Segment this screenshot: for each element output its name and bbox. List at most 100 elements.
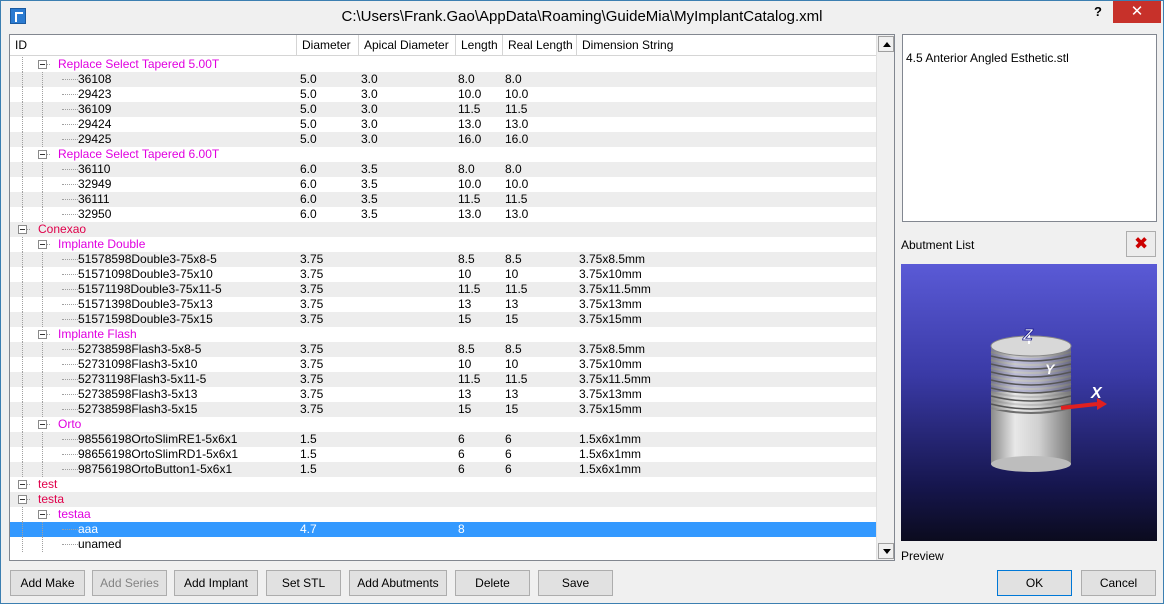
tree-item-label: 52731198Flash3-5x11-5 (78, 372, 207, 386)
real-length-cell: 10.0 (505, 177, 529, 191)
dimension-string-cell: 1.5x6x1mm (579, 462, 642, 476)
tree-row[interactable]: 51571398Double3-75x13 3.75 13 13 3.75x13mm (10, 297, 876, 312)
column-header-real-length[interactable]: Real Length (503, 35, 577, 56)
tree-guide-line (42, 387, 43, 402)
tree-row[interactable]: Implante Double (10, 237, 876, 252)
vertical-scrollbar[interactable] (876, 35, 894, 560)
tree-row[interactable]: 51571598Double3-75x15 3.75 15 15 3.75x15mm (10, 312, 876, 327)
implant-tree[interactable]: ID Diameter Apical Diameter Length Real … (9, 34, 895, 561)
help-button[interactable]: ? (1085, 1, 1111, 23)
collapse-toggle-icon[interactable] (38, 420, 47, 429)
tree-row[interactable]: Conexao (10, 222, 876, 237)
tree-row[interactable]: 98556198OrtoSlimRE1-5x6x1 1.5 6 6 1.5x6x1mm (10, 432, 876, 447)
real-length-cell: 15 (505, 312, 519, 326)
real-length-cell: 16.0 (505, 132, 529, 146)
column-header-length[interactable]: Length (456, 35, 503, 56)
diameter-cell: 1.5 (300, 432, 317, 446)
tree-row[interactable]: Implante Flash (10, 327, 876, 342)
tree-row[interactable]: 98656198OrtoSlimRD1-5x6x1 1.5 6 6 1.5x6x1mm (10, 447, 876, 462)
stl-file-item[interactable]: 4.5 Anterior Angled Esthetic.stl (906, 51, 1069, 65)
tree-row[interactable]: 29424 5.0 3.0 13.0 13.0 (10, 117, 876, 132)
collapse-toggle-icon[interactable] (18, 495, 27, 504)
collapse-toggle-icon[interactable] (38, 150, 47, 159)
collapse-toggle-icon[interactable] (38, 240, 47, 249)
diameter-cell: 4.7 (300, 522, 317, 536)
tree-guide-line (22, 237, 23, 252)
preview-viewport[interactable]: Z Y X (901, 264, 1157, 541)
ok-button[interactable]: OK (997, 570, 1072, 596)
tree-row[interactable]: 51578598Double3-75x8-5 3.75 8.5 8.5 3.75x8.5… (10, 252, 876, 267)
column-header-apical-diameter[interactable]: Apical Diameter (359, 35, 456, 56)
diameter-cell: 6.0 (300, 177, 317, 191)
real-length-cell: 8.5 (505, 342, 522, 356)
tree-guide-line (62, 379, 78, 380)
tree-row[interactable]: 32949 6.0 3.5 10.0 10.0 (10, 177, 876, 192)
tree-row[interactable]: 52738598Flash3-5x15 3.75 15 15 3.75x15mm (10, 402, 876, 417)
length-cell: 15 (458, 312, 472, 326)
tree-item-label: 36109 (78, 102, 112, 116)
tree-row[interactable]: 36108 5.0 3.0 8.0 8.0 (10, 72, 876, 87)
add-abutments-button[interactable]: Add Abutments (349, 570, 447, 596)
tree-row[interactable]: 36111 6.0 3.5 11.5 11.5 (10, 192, 876, 207)
delete-abutment-button[interactable]: ✖ (1126, 231, 1156, 257)
tree-guide-line (42, 432, 43, 447)
tree-guide-line (22, 177, 23, 192)
add-series-button[interactable]: Add Series (92, 570, 167, 596)
tree-item-label: 29424 (78, 117, 112, 131)
tree-item-label: 29423 (78, 87, 112, 101)
add-implant-button[interactable]: Add Implant (174, 570, 258, 596)
diameter-cell: 5.0 (300, 72, 317, 86)
tree-row[interactable]: testa (10, 492, 876, 507)
abutment-list-label: Abutment List (901, 238, 975, 252)
collapse-toggle-icon[interactable] (38, 60, 47, 69)
tree-guide-line (62, 319, 78, 320)
tree-row[interactable]: Orto (10, 417, 876, 432)
scroll-down-button[interactable] (878, 543, 894, 559)
tree-row[interactable]: 52731098Flash3-5x10 3.75 10 10 3.75x10mm (10, 357, 876, 372)
cancel-button[interactable]: Cancel (1081, 570, 1156, 596)
tree-row[interactable]: testaa (10, 507, 876, 522)
length-cell: 10 (458, 357, 472, 371)
collapse-toggle-icon[interactable] (38, 510, 47, 519)
tree-guide-line (42, 132, 43, 147)
real-length-cell: 13.0 (505, 207, 529, 221)
collapse-toggle-icon[interactable] (18, 480, 27, 489)
tree-row[interactable]: 36110 6.0 3.5 8.0 8.0 (10, 162, 876, 177)
tree-item-label: 52731098Flash3-5x10 (78, 357, 198, 371)
save-button[interactable]: Save (538, 570, 613, 596)
collapse-toggle-icon[interactable] (18, 225, 27, 234)
tree-row[interactable]: 52738598Flash3-5x13 3.75 13 13 3.75x13mm (10, 387, 876, 402)
tree-row[interactable]: 51571098Double3-75x10 3.75 10 10 3.75x10mm (10, 267, 876, 282)
dimension-string-cell: 1.5x6x1mm (579, 447, 642, 461)
tree-guide-line (22, 207, 23, 222)
tree-row[interactable]: test (10, 477, 876, 492)
scroll-up-button[interactable] (878, 36, 894, 52)
tree-row[interactable]: 29423 5.0 3.0 10.0 10.0 (10, 87, 876, 102)
collapse-toggle-icon[interactable] (38, 330, 47, 339)
dimension-string-cell: 3.75x10mm (579, 357, 642, 371)
tree-item-label: Replace Select Tapered 6.00T (58, 147, 220, 161)
column-header-diameter[interactable]: Diameter (297, 35, 359, 56)
add-make-button[interactable]: Add Make (10, 570, 85, 596)
tree-row[interactable]: Replace Select Tapered 6.00T (10, 147, 876, 162)
tree-row[interactable]: 98756198OrtoButton1-5x6x1 1.5 6 6 1.5x6x1mm (10, 462, 876, 477)
tree-guide-line (42, 312, 43, 327)
tree-item-label: 98756198OrtoButton1-5x6x1 (78, 462, 233, 476)
column-header-dimension-string[interactable]: Dimension String (577, 35, 876, 56)
column-header-id[interactable]: ID (10, 35, 297, 56)
tree-row[interactable]: 32950 6.0 3.5 13.0 13.0 (10, 207, 876, 222)
delete-button[interactable]: Delete (455, 570, 530, 596)
close-button[interactable]: ✕ (1113, 1, 1161, 23)
tree-guide-line (22, 522, 23, 537)
tree-row[interactable]: 51571198Double3-75x11-5 3.75 11.5 11.5 3.75x… (10, 282, 876, 297)
tree-row[interactable]: aaa 4.7 8 (10, 522, 876, 537)
tree-row[interactable]: 29425 5.0 3.0 16.0 16.0 (10, 132, 876, 147)
set-stl-button[interactable]: Set STL (266, 570, 341, 596)
tree-row[interactable]: 52731198Flash3-5x11-5 3.75 11.5 11.5 3.75x11… (10, 372, 876, 387)
tree-row[interactable]: 52738598Flash3-5x8-5 3.75 8.5 8.5 3.75x8.5mm (10, 342, 876, 357)
tree-row[interactable]: unamed (10, 537, 876, 552)
stl-list[interactable]: 4.5 Anterior Angled Esthetic.stl (902, 34, 1157, 222)
tree-row[interactable]: 36109 5.0 3.0 11.5 11.5 (10, 102, 876, 117)
tree-row[interactable]: Replace Select Tapered 5.00T (10, 57, 876, 72)
tree-guide-line (42, 282, 43, 297)
